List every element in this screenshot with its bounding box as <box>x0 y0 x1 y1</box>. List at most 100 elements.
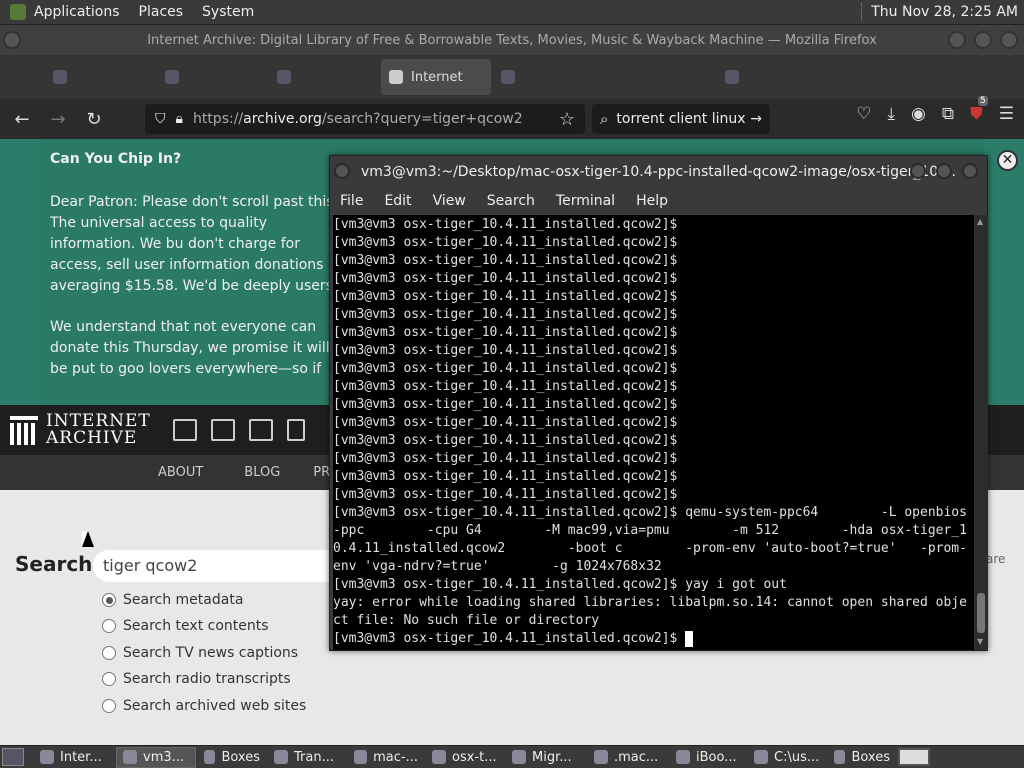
tab-background[interactable] <box>605 59 715 95</box>
terminal-close-icon[interactable] <box>962 163 978 179</box>
menu-edit[interactable]: Edit <box>384 193 411 209</box>
maximize-icon[interactable] <box>974 31 992 49</box>
clock[interactable]: Thu Nov 28, 2:25 AM <box>871 4 1018 20</box>
extensions-icon[interactable]: ⧉ <box>942 104 954 124</box>
close-window-icon[interactable] <box>1000 31 1018 49</box>
bookmark-star-icon[interactable]: ☆ <box>559 109 575 130</box>
taskbar-item[interactable]: C:\us... <box>748 747 826 768</box>
radio-search-radio[interactable]: Search radio transcripts <box>102 671 291 687</box>
radio-selected-icon[interactable] <box>102 593 116 607</box>
forward-icon[interactable]: → <box>44 105 72 133</box>
hamburger-menu-icon[interactable]: ☰ <box>999 104 1014 124</box>
terminal-menu-icon[interactable] <box>334 163 350 179</box>
web-icon[interactable] <box>172 419 197 441</box>
taskbar-item[interactable]: Tran... <box>268 747 346 768</box>
taskbar-item[interactable]: vm3... <box>116 746 196 768</box>
scroll-down-icon[interactable]: ▼ <box>977 637 983 646</box>
taskbar-item[interactable]: Boxes <box>828 747 896 768</box>
radio-search-web[interactable]: Search archived web sites <box>102 698 306 714</box>
applications-menu[interactable]: Applications <box>34 4 120 20</box>
terminal-prompt-line: [vm3@vm3 osx-tiger_10.4.11_installed.qco… <box>333 325 678 340</box>
taskbar-item[interactable]: osx-t... <box>426 747 504 768</box>
terminal-title: vm3@vm3:~/Desktop/mac-osx-tiger-10.4-ppc… <box>360 164 957 180</box>
search-input[interactable]: tiger qcow2 <box>93 550 353 582</box>
archive-building-icon <box>10 416 38 445</box>
taskbar-item[interactable]: Boxes <box>198 747 266 768</box>
system-menu[interactable]: System <box>202 4 254 20</box>
menu-terminal[interactable]: Terminal <box>556 193 615 209</box>
scroll-thumb[interactable] <box>977 593 985 633</box>
nav-about[interactable]: ABOUT <box>158 465 203 480</box>
ia-logo[interactable]: INTERNET ARCHIVE <box>10 413 151 447</box>
tab-background[interactable] <box>45 59 155 95</box>
archive-favicon-icon <box>389 70 403 84</box>
downloads-icon[interactable]: ⤓ <box>888 104 896 124</box>
taskbar-item-label: vm3... <box>143 749 185 765</box>
radio-search-tv[interactable]: Search TV news captions <box>102 645 298 661</box>
places-menu[interactable]: Places <box>139 4 184 20</box>
radio-icon[interactable] <box>102 619 116 633</box>
radio-icon[interactable] <box>102 672 116 686</box>
radio-label: Search TV news captions <box>123 645 299 661</box>
taskbar-item[interactable]: Migr... <box>506 747 586 768</box>
tab-background[interactable] <box>157 59 267 95</box>
shield-icon[interactable]: ⛉ <box>155 111 166 127</box>
account-icon[interactable]: ◉ <box>911 104 926 124</box>
radio-label: Search archived web sites <box>123 698 307 714</box>
tab-background[interactable] <box>493 59 603 95</box>
terminal-menubar: File Edit View Search Terminal Help <box>330 188 987 214</box>
close-overlay-button[interactable]: ✕ <box>997 150 1018 171</box>
tab-background[interactable] <box>269 59 379 95</box>
terminal-scrollbar[interactable]: ▲ ▼ <box>974 215 988 650</box>
menu-view[interactable]: View <box>433 193 466 209</box>
menu-search[interactable]: Search <box>487 193 535 209</box>
ublock-icon[interactable]: ⛊ 5 <box>970 96 988 124</box>
taskbar-item[interactable]: mac-... <box>348 747 424 768</box>
show-desktop-icon[interactable] <box>2 748 24 766</box>
taskbar-app-icon <box>204 750 216 764</box>
terminal-maximize-icon[interactable] <box>936 163 952 179</box>
window-menu-icon[interactable] <box>3 31 21 49</box>
tab-label: Internet <box>411 69 463 85</box>
terminal-output[interactable]: [vm3@vm3 osx-tiger_10.4.11_installed.qco… <box>333 215 974 650</box>
search-go-icon[interactable]: → <box>750 111 762 127</box>
taskbar-item[interactable]: Inter... <box>34 747 114 768</box>
search-bar[interactable]: ⌕ torrent client linux → <box>592 104 770 134</box>
tab-internet-archive[interactable]: Internet <box>381 59 491 95</box>
tab-strip: Internet <box>0 55 1024 99</box>
taskbar-item[interactable]: iBoo... <box>670 747 746 768</box>
url-bar[interactable]: ⛉ 🔒︎ https://archive.org/search?query=ti… <box>145 104 585 134</box>
reload-icon[interactable]: ↻ <box>80 105 108 133</box>
texts-icon[interactable] <box>210 419 235 441</box>
workspace-switcher[interactable] <box>898 748 930 766</box>
task-list: Inter... vm3... Boxes Tran... mac-... osx-t..… <box>34 746 898 768</box>
back-icon[interactable]: ← <box>8 105 36 133</box>
lock-icon[interactable]: 🔒︎ <box>176 111 183 127</box>
taskbar-item-label: Boxes <box>851 749 890 765</box>
terminal-titlebar: vm3@vm3:~/Desktop/mac-osx-tiger-10.4-ppc… <box>330 156 987 188</box>
menu-help[interactable]: Help <box>636 193 668 209</box>
applications-icon[interactable] <box>10 4 26 20</box>
terminal-prompt-line: [vm3@vm3 osx-tiger_10.4.11_installed.qco… <box>333 397 678 412</box>
taskbar-item-label: iBoo... <box>696 749 737 765</box>
taskbar-item[interactable]: .mac... <box>588 747 668 768</box>
minimize-icon[interactable] <box>948 31 966 49</box>
radio-search-text[interactable]: Search text contents <box>102 618 269 634</box>
tab-background[interactable] <box>717 59 827 95</box>
radio-search-metadata[interactable]: Search metadata <box>102 592 243 608</box>
radio-icon[interactable] <box>102 699 116 713</box>
nav-blog[interactable]: BLOG <box>244 465 280 480</box>
radio-icon[interactable] <box>102 646 116 660</box>
terminal-prompt-line: [vm3@vm3 osx-tiger_10.4.11_installed.qco… <box>333 289 678 304</box>
tab-favicon-icon <box>501 70 515 84</box>
search-text: torrent client linux <box>616 111 746 127</box>
taskbar-app-icon <box>432 750 446 764</box>
scroll-up-icon[interactable]: ▲ <box>977 217 983 226</box>
taskbar: Inter... vm3... Boxes Tran... mac-... osx-t..… <box>0 745 1024 768</box>
pocket-icon[interactable]: ♡ <box>856 104 871 124</box>
taskbar-app-icon <box>123 750 137 764</box>
menu-file[interactable]: File <box>340 193 363 209</box>
video-icon[interactable] <box>248 419 273 441</box>
audio-icon[interactable] <box>286 419 305 441</box>
terminal-minimize-icon[interactable] <box>910 163 926 179</box>
